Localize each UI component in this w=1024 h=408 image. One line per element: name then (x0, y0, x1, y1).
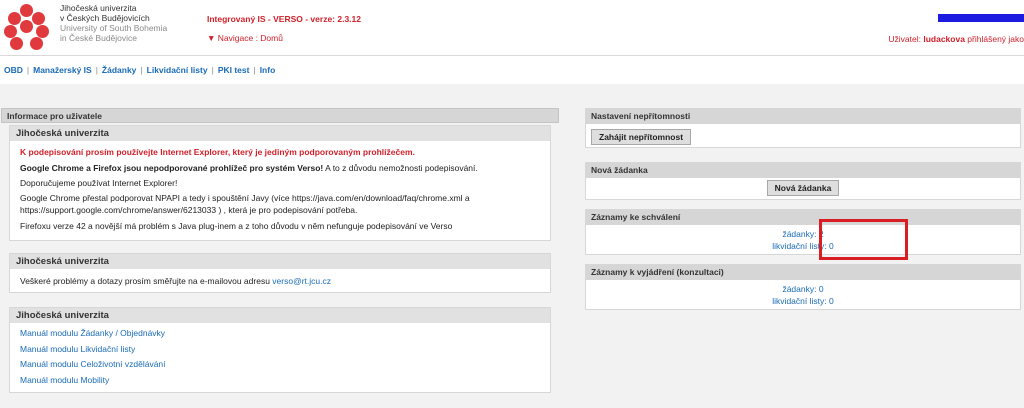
user-label: Uživatel: (888, 34, 921, 44)
menu-separator: | (253, 65, 256, 75)
menu-item-pki-test[interactable]: PKI test (218, 65, 250, 75)
chrome-firefox-note: Google Chrome a Firefox jsou nepodporova… (20, 161, 540, 177)
navigation-breadcrumb[interactable]: ▼ Navigace : Domů (207, 33, 283, 43)
university-name: Jihočeská univerzita v Českých Budějovic… (60, 3, 167, 43)
approval-panel-title: Záznamy ke schválení (586, 210, 1020, 225)
info-box-heading: Jihočeská univerzita (10, 308, 550, 323)
info-box-browsers: Jihočeská univerzita K podepisování pros… (9, 125, 551, 241)
manual-link-mobility[interactable]: Manuál modulu Mobility (20, 375, 109, 385)
menu-separator: | (95, 65, 98, 75)
university-name-en-1: University of South Bohemia (60, 23, 168, 33)
menu-separator: | (140, 65, 143, 75)
menu-item-info[interactable]: Info (260, 65, 276, 75)
ie-warning: K podepisování prosím používejte Interne… (20, 147, 415, 157)
info-box-heading: Jihočeská univerzita (10, 254, 550, 269)
approval-panel: Záznamy ke schválení žádanky: 2 likvidač… (585, 209, 1021, 255)
page-header: Jihočeská univerzita v Českých Budějovic… (0, 0, 1024, 55)
new-request-panel-title: Nová žádanka (586, 163, 1020, 178)
menu-separator: | (211, 65, 214, 75)
info-box-manuals: Jihočeská univerzita Manuál modulu Žádan… (9, 307, 551, 393)
new-request-panel: Nová žádanka Nová žádanka (585, 162, 1021, 200)
consultation-panel-title: Záznamy k vyjádření (konzultaci) (586, 265, 1020, 280)
main-menu: OBD | Manažerský IS | Žádanky | Likvidační lis… (0, 55, 1024, 85)
consultation-panel: Záznamy k vyjádření (konzultaci) žádanky… (585, 264, 1021, 310)
manual-link-liquidation[interactable]: Manuál modulu Likvidační listy (20, 344, 135, 354)
university-name-cz-1: Jihočeská univerzita (60, 3, 137, 13)
consult-liquidation-link[interactable]: likvidační listy: 0 (772, 296, 833, 306)
npapi-note-line-1: Google Chrome přestal podporovat NPAPI a… (20, 192, 470, 203)
chrome-firefox-bold: Google Chrome a Firefox jsou nepodporova… (20, 162, 324, 173)
chrome-firefox-rest: A to z důvodu nemožnosti podepisování. (323, 162, 478, 173)
menu-item-manazersky-is[interactable]: Manažerský IS (33, 65, 92, 75)
user-status: přihlášený jako (967, 34, 1024, 44)
ie-recommendation: Doporučujeme používat Internet Explorer! (20, 178, 178, 188)
support-email-link[interactable]: verso@rt.jcu.cz (272, 276, 331, 286)
menu-separator: | (26, 65, 30, 75)
contact-text: Veškeré problémy a dotazy prosím směřujt… (20, 276, 273, 286)
npapi-note-line-2: https://support.google.com/chrome/answer… (20, 204, 358, 215)
user-info-panel-title: Informace pro uživatele (1, 108, 559, 123)
new-request-button[interactable]: Nová žádanka (766, 180, 840, 196)
user-info: Uživatel: ludackova přihlášený jako (888, 34, 1024, 44)
manual-link-lifelong-learning[interactable]: Manuál modulu Celoživotní vzdělávání (20, 359, 166, 369)
start-absence-button[interactable]: Zahájit nepřítomnost (591, 129, 692, 145)
menu-item-likvidacni-listy[interactable]: Likvidační listy (147, 65, 208, 75)
university-name-cz-2: v Českých Budějovicích (60, 13, 150, 23)
manual-link-requests[interactable]: Manuál modulu Žádanky / Objednávky (20, 328, 165, 338)
firefox-note: Firefoxu verze 42 a novější má problém s… (20, 220, 453, 231)
user-name: ludackova (923, 34, 965, 44)
absence-panel-title: Nastavení nepřítomnosti (586, 109, 1020, 124)
app-title: Integrovaný IS - VERSO - verze: 2.3.12 (207, 14, 362, 24)
university-name-en-2: in České Budějovice (60, 33, 138, 43)
absence-panel: Nastavení nepřítomnosti Zahájit nepřítom… (585, 108, 1021, 148)
info-box-heading: Jihočeská univerzita (10, 126, 550, 141)
loading-bar (938, 14, 1024, 22)
menu-item-zadanky[interactable]: Žádanky (102, 65, 137, 75)
info-box-contact: Jihočeská univerzita Veškeré problémy a … (9, 253, 551, 293)
highlight-annotation (819, 219, 908, 260)
menu-item-obd[interactable]: OBD (4, 65, 23, 75)
consult-requests-link[interactable]: žádanky: 0 (782, 284, 823, 294)
approval-requests-link[interactable]: žádanky: 2 (782, 229, 823, 239)
university-logo (4, 4, 50, 50)
